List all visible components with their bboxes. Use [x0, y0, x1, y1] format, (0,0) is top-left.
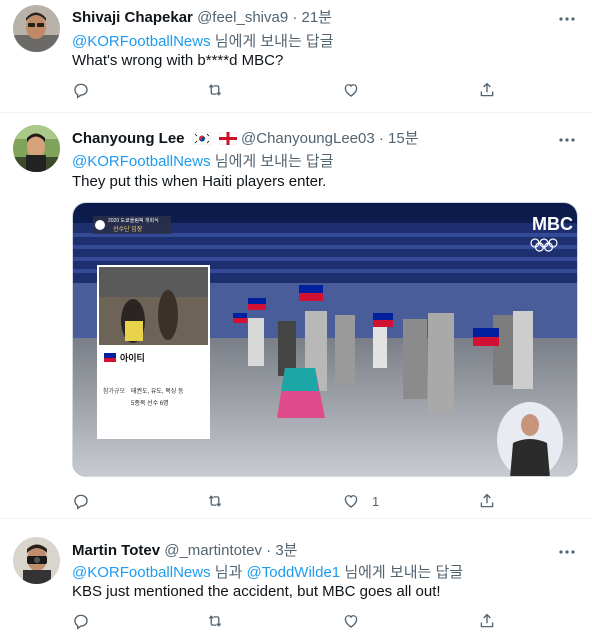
mention-link[interactable]: @KORFootballNews [72, 564, 211, 581]
reply-suffix: 님에게 보내는 답글 [210, 33, 334, 50]
reply-context: @KORFootballNews 님에게 보내는 답글 [72, 30, 334, 51]
timestamp[interactable]: 21분 [302, 9, 333, 26]
retweet-icon [208, 615, 222, 627]
reply-icon [74, 614, 88, 630]
reply-button[interactable] [72, 611, 90, 631]
reply-context: @KORFootballNews 님과 @ToddWilde1 님에게 보내는 … [72, 561, 463, 582]
tweet-actions: 1 [72, 491, 512, 511]
detail-label: 참가규모 [103, 387, 126, 395]
share-button[interactable] [478, 491, 496, 511]
like-button[interactable] [342, 80, 372, 100]
reply-button[interactable] [72, 80, 90, 100]
share-icon [480, 613, 494, 628]
country-name: 아이티 [120, 352, 145, 363]
share-icon [480, 493, 494, 508]
more-icon[interactable] [558, 543, 576, 561]
like-count: 1 [372, 493, 380, 509]
caption-sub: 선수단 입장 [113, 225, 143, 233]
avatar[interactable] [13, 537, 60, 584]
more-icon[interactable] [558, 131, 576, 149]
tweet-text: KBS just mentioned the accident, but MBC… [72, 583, 441, 600]
retweet-button[interactable] [206, 80, 224, 100]
timestamp[interactable]: 15분 [388, 130, 419, 147]
tweet-text: What's wrong with b****d MBC? [72, 52, 284, 69]
reply-context: @KORFootballNews 님에게 보내는 답글 [72, 150, 334, 171]
avatar[interactable] [13, 5, 60, 52]
display-name[interactable]: Martin Totev [72, 542, 160, 559]
korea-flag-icon [192, 131, 211, 149]
user-handle[interactable]: @_martintotev [164, 542, 262, 559]
separator-dot: · [292, 9, 298, 26]
separator-dot: · [378, 130, 384, 147]
avatar[interactable] [13, 125, 60, 172]
timestamp[interactable]: 3분 [275, 542, 297, 559]
detail-line-1: 태권도, 유도, 복싱 등 [131, 387, 184, 395]
tweet-actions [72, 80, 512, 100]
broadcaster-logo: MBC [532, 214, 573, 234]
tweet-header: Martin Totev @_martintotev · 3분 [72, 539, 298, 560]
like-icon [344, 84, 358, 97]
tweet[interactable]: Martin Totev @_martintotev · 3분 @KORFoot… [0, 519, 592, 642]
reply-mid: 님과 [210, 564, 247, 581]
detail-line-2: 5종목 선수 6명 [131, 399, 169, 407]
like-button[interactable] [342, 611, 372, 631]
more-icon[interactable] [558, 10, 576, 28]
separator-dot: · [266, 542, 272, 559]
tweet-text: They put this when Haiti players enter. [72, 173, 327, 190]
reply-suffix: 님에게 보내는 답글 [340, 564, 464, 581]
share-button[interactable] [478, 611, 496, 631]
retweet-icon [208, 84, 222, 96]
tweet-actions [72, 611, 512, 631]
reply-suffix: 님에게 보내는 답글 [210, 153, 334, 170]
user-handle[interactable]: @feel_shiva9 [197, 9, 288, 26]
england-flag-icon [218, 131, 238, 149]
caption-top: 2020 도쿄올림픽 개회식 [108, 217, 159, 224]
tweet-media-image[interactable]: MBC 2020 도쿄올림픽 개회식 선수단 입장 아이티 참가규모 태권도, … [72, 202, 578, 477]
tweet-header: Shivaji Chapekar @feel_shiva9 · 21분 [72, 6, 332, 27]
tweet[interactable]: Shivaji Chapekar @feel_shiva9 · 21분 @KOR… [0, 0, 592, 113]
retweet-button[interactable] [206, 611, 224, 631]
share-icon [480, 82, 494, 97]
reply-icon [74, 494, 88, 510]
user-handle[interactable]: @ChanyoungLee03 [241, 130, 375, 147]
mention-link[interactable]: @KORFootballNews [72, 153, 211, 170]
retweet-icon [208, 495, 222, 507]
like-icon [344, 615, 358, 628]
reply-icon [74, 83, 88, 99]
display-name[interactable]: Shivaji Chapekar [72, 9, 193, 26]
reply-button[interactable] [72, 491, 90, 511]
mention-link[interactable]: @KORFootballNews [72, 33, 211, 50]
tweet[interactable]: Chanyoung Lee @ChanyoungLee03 · 15분 @KOR… [0, 113, 592, 519]
tweet-header: Chanyoung Lee @ChanyoungLee03 · 15분 [72, 127, 419, 149]
retweet-button[interactable] [206, 491, 224, 511]
like-icon [344, 495, 358, 508]
share-button[interactable] [478, 80, 496, 100]
like-button[interactable]: 1 [342, 491, 379, 511]
mention-link[interactable]: @ToddWilde1 [247, 564, 341, 581]
display-name[interactable]: Chanyoung Lee [72, 130, 185, 147]
